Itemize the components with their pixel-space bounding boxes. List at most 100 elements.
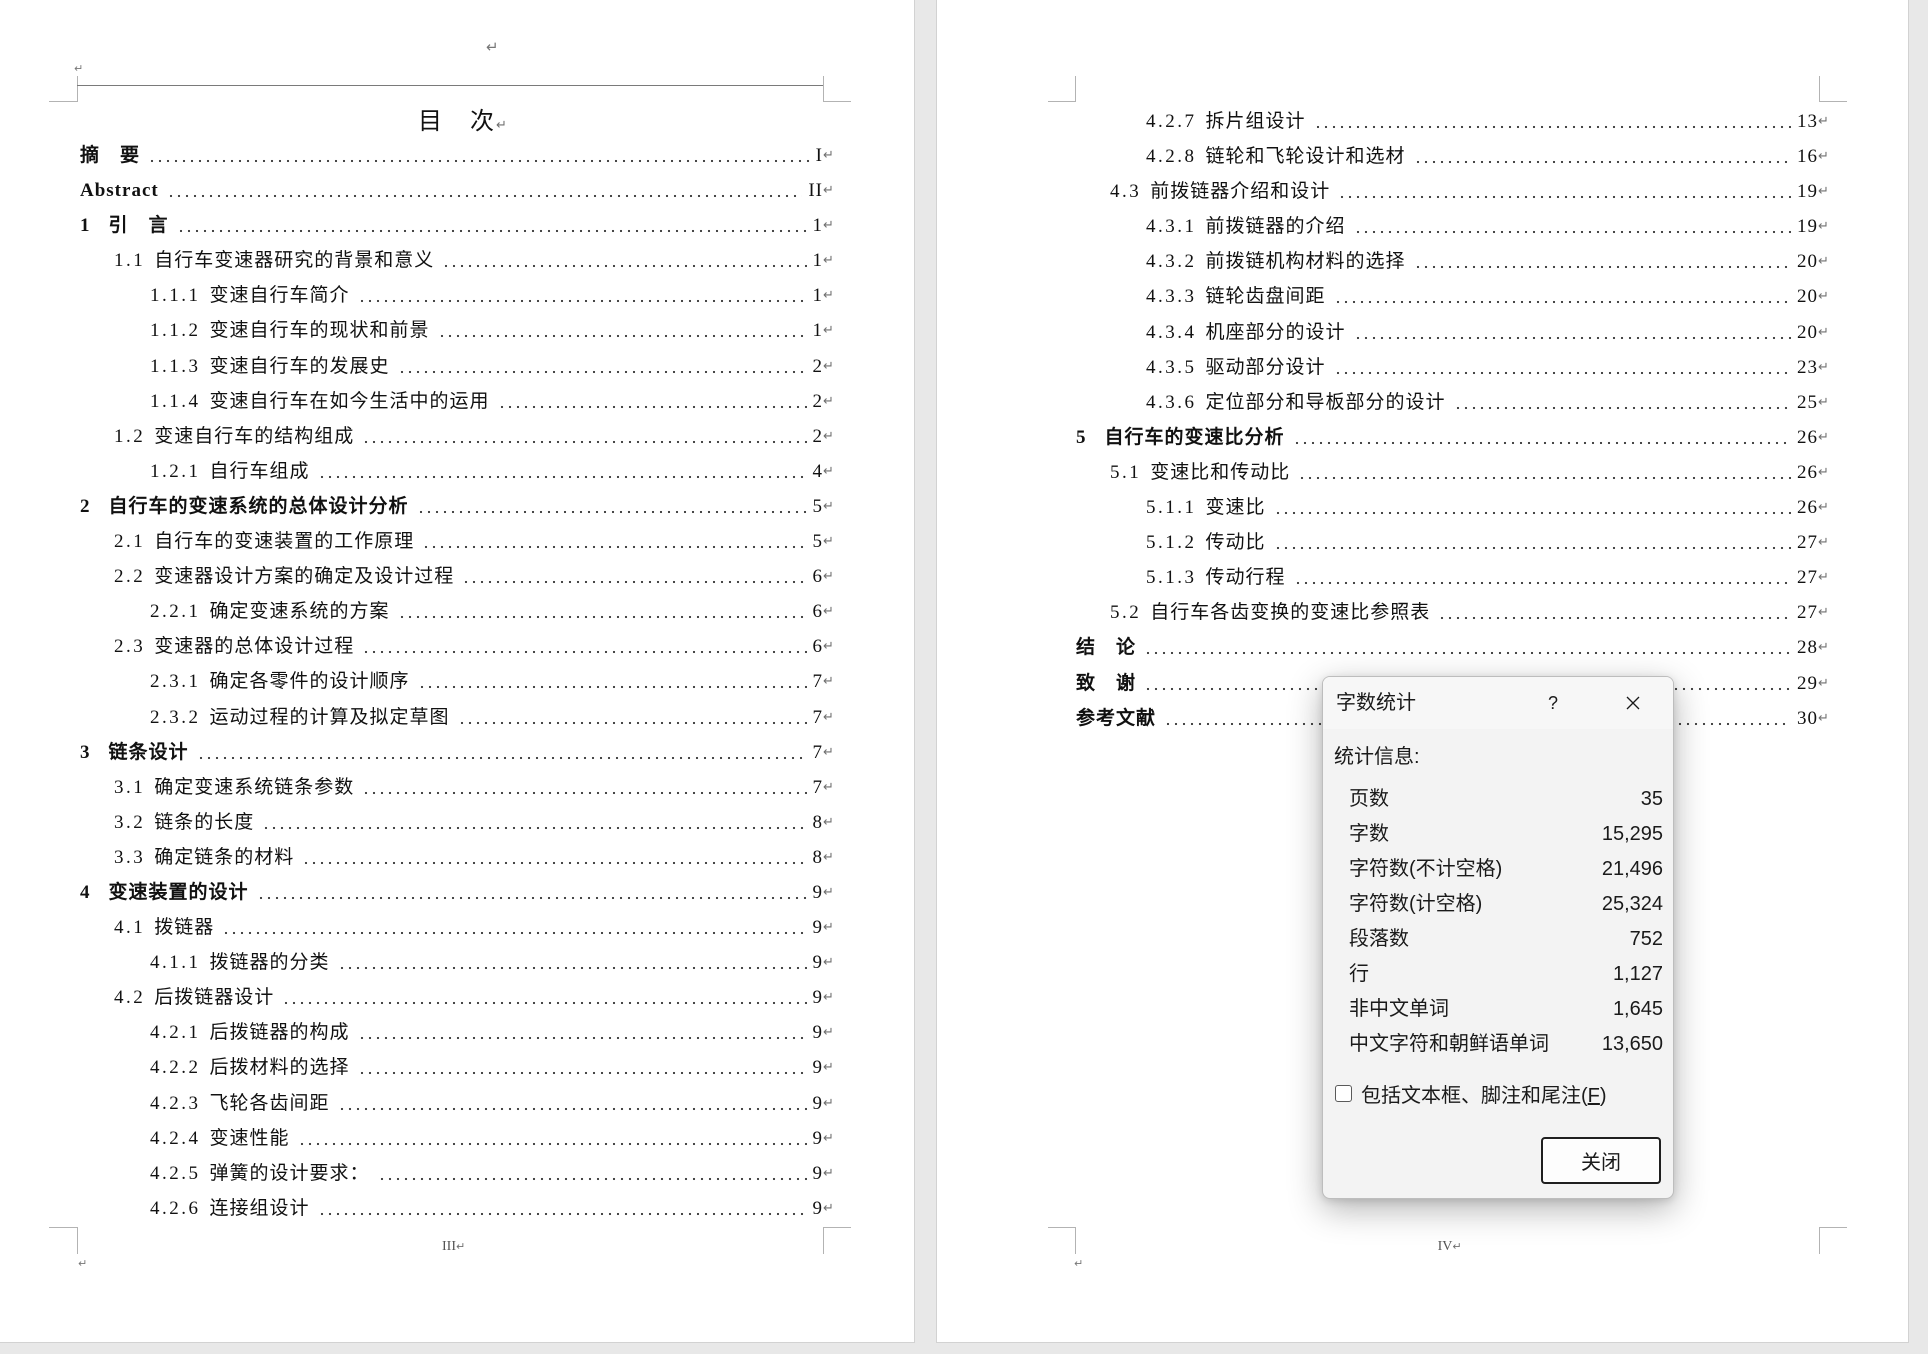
toc-entry-title: 参考文献: [1076, 707, 1157, 729]
toc-leader-dots: [355, 1015, 807, 1051]
toc-entry[interactable]: 4.2 后拨链器设计 9 ↵: [80, 980, 835, 1016]
toc-entry[interactable]: 4.3.3 链轮齿盘间距 20 ↵: [1076, 279, 1830, 315]
toc-entry[interactable]: 2.2.1 确定变速系统的方案 6 ↵: [80, 594, 835, 630]
toc-entry[interactable]: 2.3 变速器的总体设计过程 6 ↵: [80, 629, 835, 665]
toc-entry[interactable]: 4.3.4 机座部分的设计 20 ↵: [1076, 314, 1830, 350]
toc-entry[interactable]: 1.1 自行车变速器研究的背景和意义 1 ↵: [80, 243, 835, 279]
toc-entry[interactable]: 5.1 变速比和传动比 26 ↵: [1076, 454, 1830, 491]
toc-entry-title: 链条的长度: [154, 811, 255, 833]
help-button[interactable]: ?: [1535, 685, 1571, 721]
toc-leader-dots: [414, 488, 807, 525]
stat-row: 页数 35: [1349, 782, 1663, 817]
paragraph-mark: ↵: [823, 955, 834, 971]
toc-entry-page-number: 9: [812, 1022, 823, 1044]
toc-entry[interactable]: 4.3.2 前拨链机构材料的选择 20 ↵: [1076, 244, 1830, 280]
toc-entry[interactable]: 1.2.1 自行车组成 4 ↵: [80, 453, 835, 489]
footer-page-number: III: [442, 1239, 456, 1254]
toc-entry[interactable]: 1引 言 1 ↵: [80, 208, 835, 244]
toc-entry-number: 2: [80, 495, 90, 517]
toc-entry[interactable]: 3.2 链条的长度 8 ↵: [80, 804, 835, 840]
toc-entry-page-number: 2: [812, 425, 823, 447]
dialog-close-x-button[interactable]: [1611, 685, 1655, 721]
toc-entry[interactable]: 1.1.4 变速自行车在如今生活中的运用 2 ↵: [80, 383, 835, 419]
toc-entry[interactable]: 4.3.1 前拨链器的介绍 19 ↵: [1076, 209, 1830, 245]
toc-entry[interactable]: 5.1.1 变速比 26 ↵: [1076, 490, 1830, 526]
paragraph-mark: ↵: [823, 990, 834, 1006]
toc-entry-number: 5.2: [1110, 602, 1142, 624]
toc-entry[interactable]: 4.2.1 后拨链器的构成 9 ↵: [80, 1015, 835, 1051]
toc-entry[interactable]: 5.1.3 传动行程 27 ↵: [1076, 560, 1830, 596]
toc-entry-number: 4.1.1: [150, 952, 201, 974]
toc-entry[interactable]: Abstract II ↵: [80, 173, 835, 209]
toc-entry[interactable]: 2.1 自行车的变速装置的工作原理 5 ↵: [80, 524, 835, 560]
close-button[interactable]: 关闭: [1541, 1137, 1661, 1184]
toc-entry[interactable]: 5.1.2 传动比 27 ↵: [1076, 525, 1830, 561]
toc-entry[interactable]: 2 自行车的变速系统的总体设计分析 5 ↵: [80, 488, 835, 525]
toc-entry-number: 2.3.2: [150, 706, 201, 728]
dialog-title-bar[interactable]: 字数统计 ?: [1323, 677, 1673, 729]
paragraph-mark: ↵: [823, 323, 834, 339]
toc-entry-title: 变速自行车的结构组成: [154, 425, 355, 447]
statistics-section-label: 统计信息:: [1334, 746, 1420, 768]
toc-entry-page-number: 9: [812, 987, 823, 1009]
toc-entry[interactable]: 4.2.7 拆片组设计 13 ↵: [1076, 104, 1830, 140]
paragraph-mark: ↵: [1818, 640, 1829, 656]
toc-entry-number: 4.2.8: [1146, 146, 1197, 168]
toc-entry-page-number: 7: [812, 741, 823, 763]
toc-entry[interactable]: 4.3.6 定位部分和导板部分的设计 25 ↵: [1076, 384, 1830, 420]
toc-entry[interactable]: 结 论 28 ↵: [1076, 630, 1830, 666]
toc-entry[interactable]: 3 链条设计 7 ↵: [80, 734, 835, 770]
toc-leader-dots: [260, 804, 807, 840]
toc-entry[interactable]: 4.1 拨链器 9 ↵: [80, 910, 835, 946]
include-textboxes-footnotes-option[interactable]: 包括文本框、脚注和尾注(F): [1335, 1079, 1607, 1107]
paragraph-mark: ↵: [823, 534, 834, 550]
toc-entry[interactable]: 5.2 自行车各齿变换的变速比参照表 27 ↵: [1076, 595, 1830, 631]
crop-mark: [1048, 76, 1076, 102]
toc-entry[interactable]: 1.1.3 变速自行车的发展史 2 ↵: [80, 348, 835, 384]
paragraph-mark: ↵: [1818, 464, 1829, 480]
paragraph-mark: ↵: [1818, 675, 1829, 691]
include-textboxes-footnotes-checkbox[interactable]: [1335, 1084, 1352, 1102]
toc-entry[interactable]: 1.2 变速自行车的结构组成 2 ↵: [80, 418, 835, 454]
toc-entry-title: 拨链器: [154, 917, 215, 939]
toc-entry[interactable]: 2.3.1 确定各零件的设计顺序 7 ↵: [80, 664, 835, 700]
toc-entry[interactable]: 2.2 变速器设计方案的确定及设计过程 6 ↵: [80, 559, 835, 595]
toc-entry[interactable]: 1.1.2 变速自行车的现状和前景 1 ↵: [80, 313, 835, 349]
paragraph-mark: ↵: [823, 604, 834, 620]
toc-entry[interactable]: 4 变速装置的设计 9 ↵: [80, 874, 835, 911]
stat-row: 段落数 752: [1349, 922, 1663, 957]
toc-entry-number: 1.1.1: [150, 285, 201, 307]
toc-entry-page-number: 4: [812, 460, 823, 482]
toc-entry[interactable]: 4.2.6 连接组设计 9 ↵: [80, 1190, 835, 1226]
paragraph-mark: ↵: [823, 1025, 834, 1041]
toc-entry[interactable]: 4.2.2 后拨材料的选择 9 ↵: [80, 1050, 835, 1086]
toc-entry-page-number: 5: [812, 495, 823, 517]
toc-entry-page-number: 13: [1797, 111, 1818, 132]
toc-entry-title: 自行车的变速装置的工作原理: [154, 531, 415, 553]
toc-leader-dots: [1290, 419, 1791, 455]
toc-entry[interactable]: 4.2.4 变速性能 9 ↵: [80, 1120, 835, 1156]
toc-entry-title: Abstract: [80, 180, 159, 202]
toc-entry[interactable]: 4.1.1 拨链器的分类 9 ↵: [80, 945, 835, 981]
toc-entry-title: 自行车变速器研究的背景和意义: [154, 250, 435, 272]
toc-entry-title: 变速器的总体设计过程: [154, 636, 355, 658]
toc-entry[interactable]: 5 自行车的变速比分析 26 ↵: [1076, 419, 1830, 455]
toc-leader-dots: [355, 278, 807, 314]
toc-entry[interactable]: 4.2.5 弹簧的设计要求： 9 ↵: [80, 1155, 835, 1191]
toc-entry[interactable]: 4.3 前拨链器介绍和设计 19 ↵: [1076, 174, 1830, 210]
toc-entry-number: 3.3: [114, 846, 146, 868]
word-count-dialog[interactable]: 字数统计 ? 统计信息: 页数 35 字数 15,295 字符数(不计空格) 2…: [1322, 676, 1674, 1199]
toc-entry[interactable]: 4.3.5 驱动部分设计 23 ↵: [1076, 349, 1830, 385]
document-page-left[interactable]: ↵ ↵ 目 次↵ 摘 要 I ↵ Abstract II ↵ 1 引 言 1 ↵ 1.1 自行车变速器…: [0, 0, 914, 1342]
toc-entry[interactable]: 3.1 确定变速系统链条参数 7 ↵: [80, 769, 835, 805]
toc-entry[interactable]: 1.1.1 变速自行车简介 1 ↵: [80, 278, 835, 314]
toc-entry[interactable]: 4.2.8 链轮和飞轮设计和选材 16 ↵: [1076, 139, 1830, 175]
toc-entry-title: 后拨链器设计: [154, 987, 275, 1009]
toc-entry[interactable]: 3.3 确定链条的材料 8 ↵: [80, 839, 835, 875]
paragraph-mark: ↵: [823, 393, 834, 409]
toc-entry[interactable]: 4.2.3 飞轮各齿间距 9 ↵: [80, 1085, 835, 1121]
toc-entry[interactable]: 2.3.2 运动过程的计算及拟定草图 7 ↵: [80, 699, 835, 735]
paragraph-mark: ↵: [823, 463, 834, 479]
toc-entry[interactable]: 摘 要 I ↵: [80, 138, 835, 174]
toc-entry-title: 传动行程: [1205, 567, 1286, 589]
